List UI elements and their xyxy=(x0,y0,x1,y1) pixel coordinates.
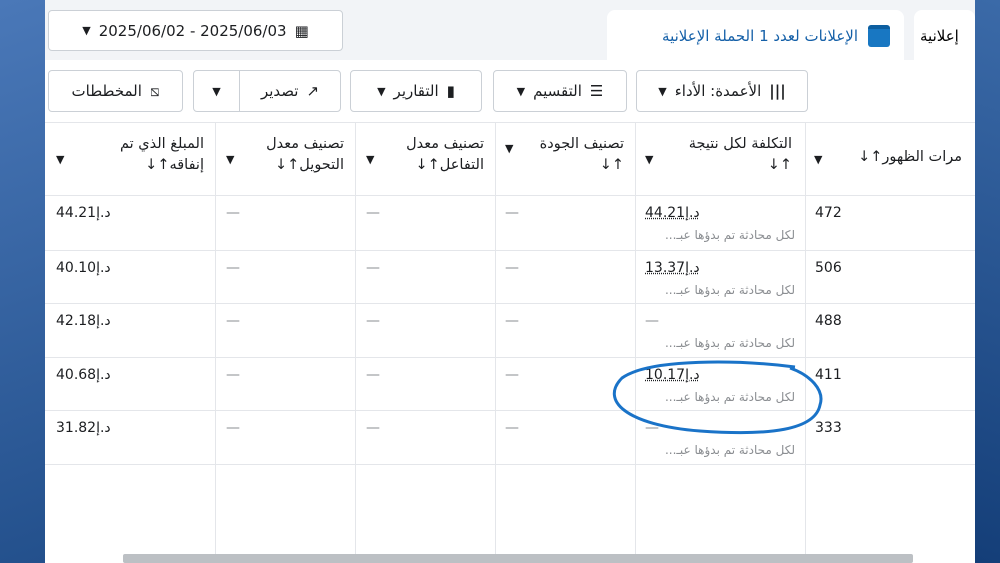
hand-drawn-circle-annotation xyxy=(612,360,823,435)
horizontal-scrollbar[interactable] xyxy=(123,554,913,563)
